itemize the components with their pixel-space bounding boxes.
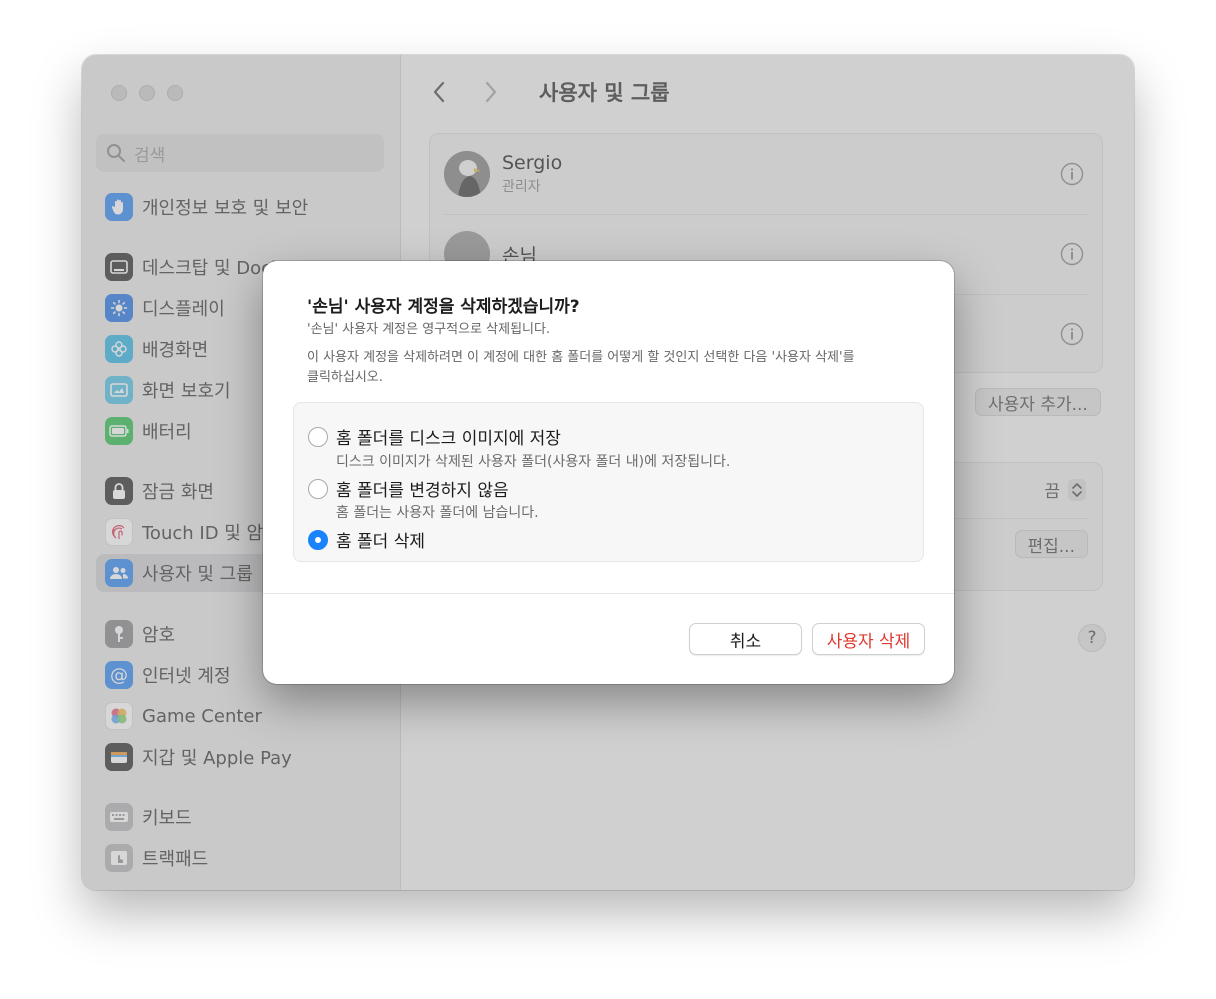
option-label: 홈 폴더를 디스크 이미지에 저장 — [336, 429, 561, 449]
option-keep-folder[interactable]: 홈 폴더를 변경하지 않음 — [308, 476, 509, 501]
radio-button[interactable] — [308, 478, 328, 499]
cancel-button[interactable]: 취소 — [689, 623, 802, 655]
home-folder-options: 홈 폴더를 디스크 이미지에 저장 디스크 이미지가 삭제된 사용자 폴더(사용… — [293, 402, 924, 562]
dialog-title: '손님' 사용자 계정을 삭제하겠습니까? — [307, 297, 580, 317]
radio-button[interactable] — [308, 426, 328, 447]
option-label: 홈 폴더를 변경하지 않음 — [336, 481, 509, 501]
delete-user-dialog: '손님' 사용자 계정을 삭제하겠습니까? '손님' 사용자 계정은 영구적으로… — [263, 261, 954, 684]
dialog-divider — [263, 593, 954, 594]
radio-button-selected[interactable] — [308, 529, 328, 550]
option-delete-folder[interactable]: 홈 폴더 삭제 — [308, 527, 425, 552]
option-save-disk-image[interactable]: 홈 폴더를 디스크 이미지에 저장 — [308, 424, 561, 449]
dialog-subtitle: '손님' 사용자 계정은 영구적으로 삭제됩니다. — [307, 322, 551, 337]
option-description: 홈 폴더는 사용자 폴더에 남습니다. — [336, 505, 539, 521]
option-label: 홈 폴더 삭제 — [336, 532, 426, 552]
option-description: 디스크 이미지가 삭제된 사용자 폴더(사용자 폴더 내)에 저장됩니다. — [336, 454, 731, 470]
delete-user-button[interactable]: 사용자 삭제 — [812, 623, 925, 655]
dialog-description: 이 사용자 계정을 삭제하려면 이 계정에 대한 홈 폴더를 어떻게 할 것인지… — [307, 350, 855, 385]
